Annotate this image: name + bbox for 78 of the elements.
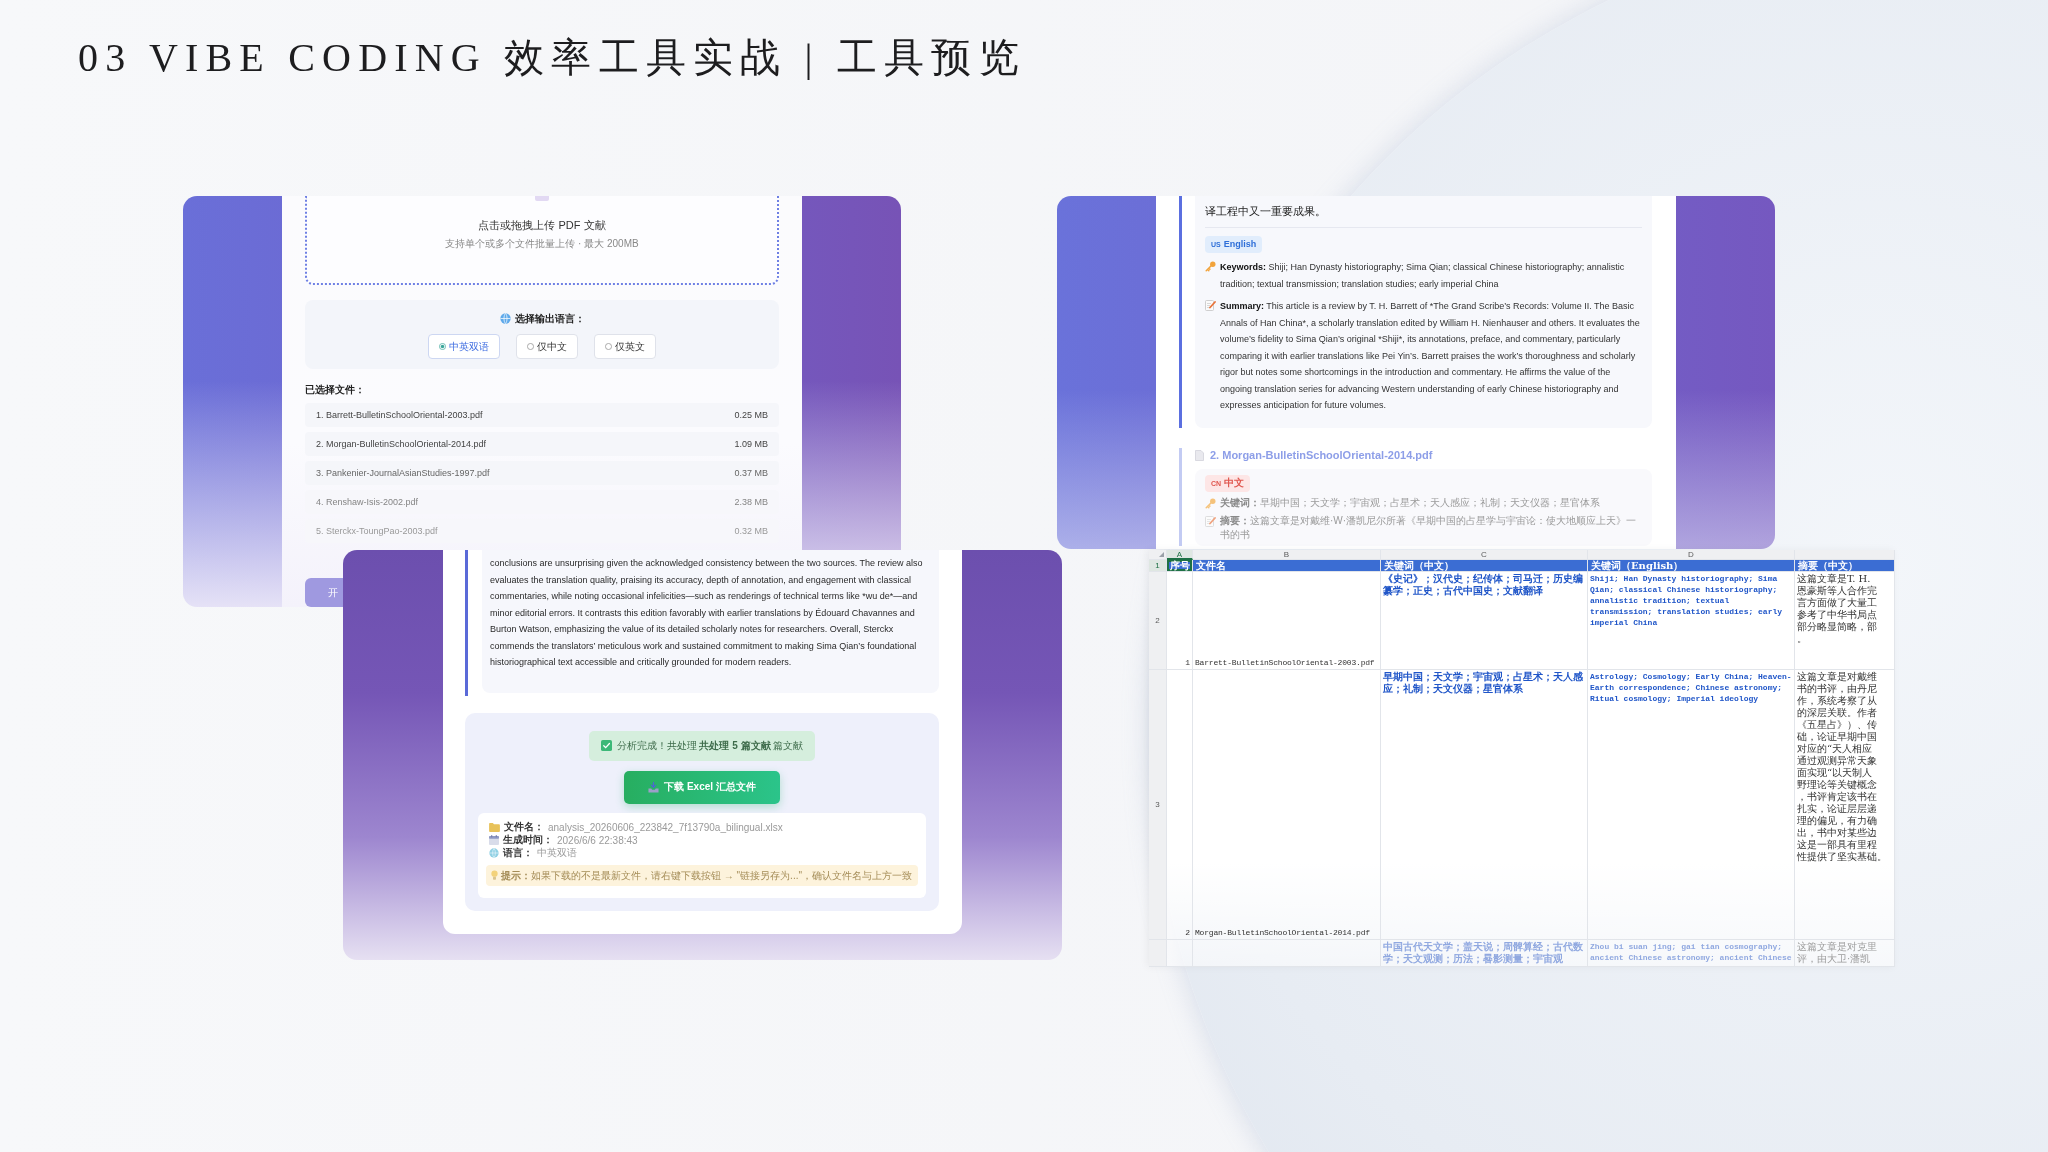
info-value: 中英双语: [537, 846, 577, 860]
select-all-button[interactable]: [1149, 550, 1167, 560]
column-header[interactable]: C: [1381, 550, 1588, 560]
table-cell: 这篇文章是对克里 评，由大卫·潘凯: [1795, 940, 1895, 967]
header-cell: 文件名: [1193, 560, 1381, 572]
info-label: 文件名：: [504, 820, 544, 834]
header-cell: 序号: [1167, 560, 1193, 572]
file-size: 0.25 MB: [734, 410, 768, 420]
table-cell: Zhou bi suan jing; gai tian cosmography; ancient Chinese astronomy; ancient Chinese: [1588, 940, 1795, 967]
file-size: 1.09 MB: [734, 439, 768, 449]
summary-text: Summary: This article is a review by T. H. Barrett of *The Grand Scribe’s Records: Volume II. The Basic Annals of Han China*, a scholarly translation edited by William H. Nienhauser and others. It evaluates the volume’s fidelity to Sima Qian’s original *Shiji*, its annotations, preface, and commentary, particularly comparing it with earlier translations like Pei Yin’s. Barrett praises the work’s thoroughness and scholarly rigor but notes some shortcomings in the introduction and commentary. He affirms the value of the ongoing translation series for advancing Western understanding of early Chinese historiography and expresses anticipation for future volumes.: [1220, 300, 1641, 412]
row-header[interactable]: 3: [1149, 670, 1167, 940]
row-header[interactable]: 2: [1149, 572, 1167, 670]
file-name: 2. Morgan-BulletinSchoolOriental-2014.pdf: [316, 439, 487, 449]
language-option[interactable]: 仅中文: [516, 334, 578, 359]
dropzone-hint: 支持单个或多个文件批量上传 · 最大 200MB: [445, 237, 639, 250]
cut-off-icon: [535, 196, 549, 201]
globe-icon: [489, 848, 499, 858]
lightbulb-icon: [491, 870, 498, 880]
column-header[interactable]: [1795, 550, 1895, 560]
info-value: 2026/6/6 22:38:43: [557, 834, 638, 846]
table-cell: 早期中国；天文学；宇宙观；占星术；天人感应；礼制；天文仪器；星官体系: [1381, 670, 1588, 940]
language-option[interactable]: 中英双语: [428, 334, 500, 359]
row-header[interactable]: 1: [1149, 560, 1167, 572]
folder-icon: [489, 822, 500, 832]
table-cell: Morgan-BulletinSchoolOriental-2014.pdf: [1193, 670, 1381, 940]
file-name: 5. Sterckx-ToungPao-2003.pdf: [316, 526, 438, 536]
table-cell: Astrology; Cosmology; Early China; Heaven-Earth correspondence; Chinese astronomy; Ritual cosmology; Imperial ideology: [1588, 670, 1795, 940]
table-cell: [1167, 940, 1193, 967]
upload-dropzone[interactable]: 点击或拖拽上传 PDF 文献 支持单个或多个文件批量上传 · 最大 200MB: [305, 196, 779, 285]
key-icon: [1205, 261, 1216, 272]
radio-icon: [527, 343, 534, 350]
file-name: 4. Renshaw-Isis-2002.pdf: [316, 497, 419, 507]
dropzone-title: 点击或拖拽上传 PDF 文献: [478, 218, 606, 232]
file-heading: 2. Morgan-BulletinSchoolOriental-2014.pdf: [1210, 449, 1433, 461]
table-cell: Barrett-BulletinSchoolOriental-2003.pdf: [1193, 572, 1381, 670]
check-icon: [600, 740, 612, 751]
language-option[interactable]: 仅英文: [594, 334, 656, 359]
key-icon: [1205, 497, 1216, 509]
radio-icon: [605, 343, 612, 350]
column-header[interactable]: B: [1193, 550, 1381, 560]
memo-icon: [1205, 515, 1216, 527]
header-cell: 摘要（中文）: [1795, 560, 1895, 572]
inbox-tray-icon: [648, 781, 660, 793]
table-cell: 中国古代天文学；盖天说；周髀算经；古代数学；天文观测；历法；晷影测量；宇宙观: [1381, 940, 1588, 967]
files-label: 已选择文件：: [305, 383, 366, 396]
file-name: 1. Barrett-BulletinSchoolOriental-2003.pdf: [316, 410, 483, 420]
memo-icon: [1205, 300, 1216, 311]
header-cell: 关键词（中文）: [1381, 560, 1588, 572]
corner-triangle-icon: [1159, 552, 1164, 557]
file-name: 3. Pankenier-JournalAsianStudies-1997.pdf: [316, 468, 490, 478]
column-header[interactable]: D: [1588, 550, 1795, 560]
table-cell: 2: [1167, 670, 1193, 940]
file-size: 0.37 MB: [734, 468, 768, 478]
file-size: 0.32 MB: [734, 526, 768, 536]
slide-title: 03 VIBE CODING 效率工具实战 | 工具预览: [78, 34, 1026, 82]
success-text: 分析完成！共处理 共处理 5 篇文献 篇文献: [616, 738, 804, 753]
info-label: 语言：: [503, 846, 533, 860]
info-value: analysis_20260606_223842_7f13790a_bilingual.xlsx: [548, 821, 783, 833]
globe-icon: [499, 313, 511, 324]
radio-icon: [439, 343, 446, 350]
summary-text: conclusions are unsurprising given the acknowledged consistency between the two sources. The review also evaluates the translation quality, praising its accuracy, depth of annotation, and engagement with classical commentaries, while noting occasional infelicities—such as renderings of technical terms like *wu de*—and minor editorial errors. It contrasts this edition favorably with earlier translations by Édouard Chavannes and Burton Watson, emphasizing the value of its detailed scholarly notes for researchers. Overall, Sterckx commends the translators’ meticulous work and sustained commitment to making Sima Qian’s foundational historiographical text accessible and critically grounded for modern readers.: [482, 550, 939, 693]
column-header[interactable]: A: [1167, 550, 1193, 560]
table-cell: Shiji; Han Dynasty historiography; Sima Qian; classical Chinese historiography; annalistic tradition; textual transmission; translation studies; early imperial China: [1588, 572, 1795, 670]
header-cell: 关键词（English）: [1588, 560, 1795, 572]
document-icon: [1195, 449, 1204, 461]
table-cell: 《史记》；汉代史；纪传体；司马迁；历史编纂学；正史；古代中国史；文献翻译: [1381, 572, 1588, 670]
file-size: 2.38 MB: [734, 497, 768, 507]
keywords-text: Keywords: Shiji; Han Dynasty historiography; Sima Qian; classical Chinese historiography; annalistic tradition; textual transmission; translation studies; early imperial China: [1220, 261, 1626, 291]
keywords-text: 关键词：早期中国；天文学；宇宙观；占星术；天人感应；礼制；天文仪器；星官体系: [1220, 495, 1600, 510]
table-cell: 这篇文章是对戴维 书的书评，由丹尼 作，系统考察了从 的深层关联。作者 《五星占》）、传 础，论证早期中国 对应的“天人相应 通过观测异常天象 面实现“以天制人 野理论等关键概念 ，书评肯定该书在 扎实，论证层层递 理的偏见，有力确 出，书中对某些边 这是一部具有里程 性提供了坚实基础。: [1795, 670, 1895, 940]
table-cell: 这篇文章是T. H. 恩豪斯等人合作完 言方面做了大量工 参考了中华书局点 部分略显简略，部 。: [1795, 572, 1895, 670]
info-label: 生成时间：: [503, 833, 553, 847]
table-cell: 1: [1167, 572, 1193, 670]
summary-text-ending: 译工程中又一重要成果。: [1205, 204, 1327, 219]
language-label: 选择输出语言：: [514, 312, 585, 325]
tip-text: 提示：如果下载的不是最新文件，请右键下载按钮 → "链接另存为..."，确认文件名与上方一致: [501, 868, 912, 882]
calendar-icon: [489, 835, 499, 845]
